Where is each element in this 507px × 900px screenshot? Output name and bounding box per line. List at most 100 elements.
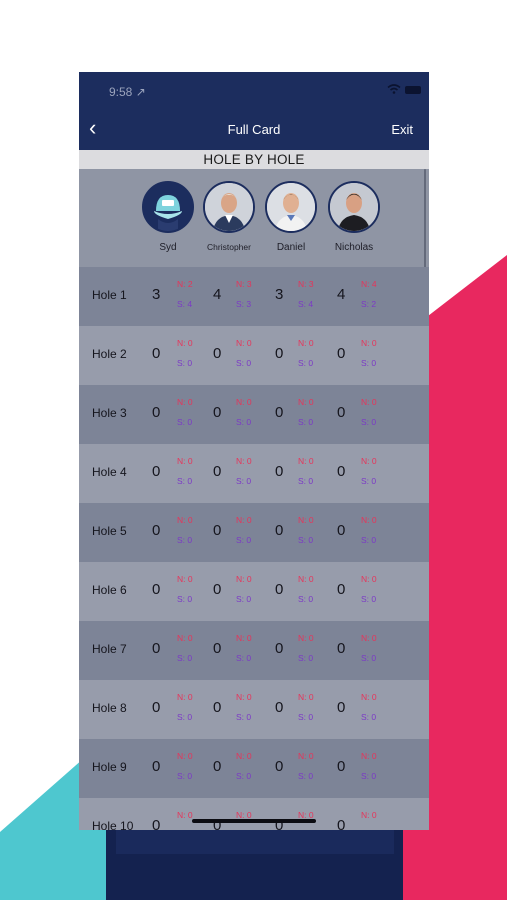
stroke-score[interactable]: 0	[213, 404, 221, 421]
net-points: N: 0	[177, 751, 193, 761]
stroke-score[interactable]: 0	[337, 463, 345, 480]
person-avatar-icon	[267, 183, 315, 231]
stableford-points: S: 0	[361, 594, 377, 604]
hole-label: Hole 2	[92, 347, 127, 361]
hole-row: Hole 3 0 N: 0 S: 0 0 N: 0 S: 0 0 N: 0 S: 0 0 N: 0 S:…	[79, 385, 429, 444]
stableford-points: S: 0	[361, 417, 377, 427]
stroke-score[interactable]: 0	[275, 581, 283, 598]
stroke-score[interactable]: 0	[337, 345, 345, 362]
stableford-points: S: 0	[298, 358, 314, 368]
stroke-score[interactable]: 0	[275, 699, 283, 716]
net-points: N: 0	[236, 515, 252, 525]
net-points: N: 3	[236, 279, 252, 289]
wifi-icon	[387, 84, 401, 94]
stroke-score[interactable]: 0	[152, 404, 160, 421]
net-points: N: 0	[298, 574, 314, 584]
stroke-score[interactable]: 4	[213, 286, 221, 303]
stableford-points: S: 0	[236, 653, 252, 663]
hole-label: Hole 9	[92, 760, 127, 774]
stroke-score[interactable]: 0	[337, 817, 345, 830]
stableford-points: S: 0	[298, 476, 314, 486]
stableford-points: S: 0	[361, 476, 377, 486]
stableford-points: S: 3	[236, 299, 252, 309]
hole-label: Hole 6	[92, 583, 127, 597]
stroke-score[interactable]: 0	[152, 522, 160, 539]
player-name: Daniel	[276, 242, 306, 253]
net-points: N: 0	[177, 397, 193, 407]
stroke-score[interactable]: 4	[337, 286, 345, 303]
net-points: N: 0	[236, 456, 252, 466]
net-points: N: 0	[236, 397, 252, 407]
net-points: N: 0	[361, 397, 377, 407]
player-daniel[interactable]: Daniel	[261, 181, 321, 253]
stroke-score[interactable]: 0	[152, 758, 160, 775]
stableford-points: S: 0	[298, 771, 314, 781]
stroke-score[interactable]: 0	[337, 758, 345, 775]
hole-label: Hole 5	[92, 524, 127, 538]
stableford-points: S: 0	[177, 535, 193, 545]
net-points: N: 0	[361, 751, 377, 761]
net-points: N: 0	[236, 338, 252, 348]
stroke-score[interactable]: 0	[337, 699, 345, 716]
hole-label: Hole 10	[92, 819, 134, 830]
stroke-score[interactable]: 0	[152, 640, 160, 657]
stroke-score[interactable]: 0	[213, 345, 221, 362]
hole-label: Hole 3	[92, 406, 127, 420]
stroke-score[interactable]: 0	[152, 817, 160, 830]
stroke-score[interactable]: 0	[152, 581, 160, 598]
avatar	[203, 181, 255, 233]
stroke-score[interactable]: 0	[275, 345, 283, 362]
player-nicholas[interactable]: Nicholas	[324, 181, 384, 253]
stroke-score[interactable]: 0	[337, 522, 345, 539]
stroke-score[interactable]: 0	[213, 758, 221, 775]
stroke-score[interactable]: 0	[275, 404, 283, 421]
stableford-points: S: 0	[236, 594, 252, 604]
stroke-score[interactable]: 0	[275, 758, 283, 775]
stableford-points: S: 0	[236, 476, 252, 486]
stableford-points: S: 0	[361, 358, 377, 368]
hole-label: Hole 4	[92, 465, 127, 479]
stableford-points: S: 0	[361, 535, 377, 545]
net-points: N: 0	[361, 515, 377, 525]
net-points: N: 0	[361, 633, 377, 643]
stroke-score[interactable]: 0	[337, 404, 345, 421]
net-points: N: 4	[361, 279, 377, 289]
net-points: N: 0	[361, 692, 377, 702]
stroke-score[interactable]: 0	[275, 640, 283, 657]
stroke-score[interactable]: 0	[213, 581, 221, 598]
stroke-score[interactable]: 0	[152, 699, 160, 716]
stroke-score[interactable]: 3	[152, 286, 160, 303]
stroke-score[interactable]: 0	[152, 463, 160, 480]
player-syd[interactable]: Syd	[138, 181, 198, 253]
hole-row: Hole 9 0 N: 0 S: 0 0 N: 0 S: 0 0 N: 0 S: 0 0 N: 0 S:…	[79, 739, 429, 798]
navigation-bar: ‹ Full Card Exit	[79, 110, 429, 150]
net-points: N: 0	[298, 751, 314, 761]
stableford-points: S: 0	[298, 653, 314, 663]
stroke-score[interactable]: 0	[213, 522, 221, 539]
net-points: N: 0	[177, 692, 193, 702]
hole-row: Hole 6 0 N: 0 S: 0 0 N: 0 S: 0 0 N: 0 S: 0 0 N: 0 S:…	[79, 562, 429, 621]
stableford-points: S: 0	[236, 417, 252, 427]
net-points: N: 0	[236, 692, 252, 702]
stroke-score[interactable]: 3	[275, 286, 283, 303]
avatar	[265, 181, 317, 233]
stroke-score[interactable]: 0	[213, 699, 221, 716]
stroke-score[interactable]: 0	[275, 463, 283, 480]
stroke-score[interactable]: 0	[152, 345, 160, 362]
net-points: N: 0	[361, 338, 377, 348]
stroke-score[interactable]: 0	[337, 640, 345, 657]
stableford-points: S: 0	[177, 476, 193, 486]
net-points: N: 0	[177, 515, 193, 525]
exit-button[interactable]: Exit	[391, 122, 413, 137]
stroke-score[interactable]: 0	[213, 640, 221, 657]
person-avatar-icon	[205, 183, 253, 231]
net-points: N: 0	[177, 456, 193, 466]
page-title: Full Card	[227, 122, 281, 137]
stroke-score[interactable]: 0	[275, 522, 283, 539]
player-name: Syd	[159, 242, 177, 253]
stroke-score[interactable]: 0	[213, 463, 221, 480]
player-christopher[interactable]: Christopher	[199, 181, 259, 252]
net-points: N: 0	[298, 692, 314, 702]
stroke-score[interactable]: 0	[337, 581, 345, 598]
hole-label: Hole 1	[92, 288, 127, 302]
